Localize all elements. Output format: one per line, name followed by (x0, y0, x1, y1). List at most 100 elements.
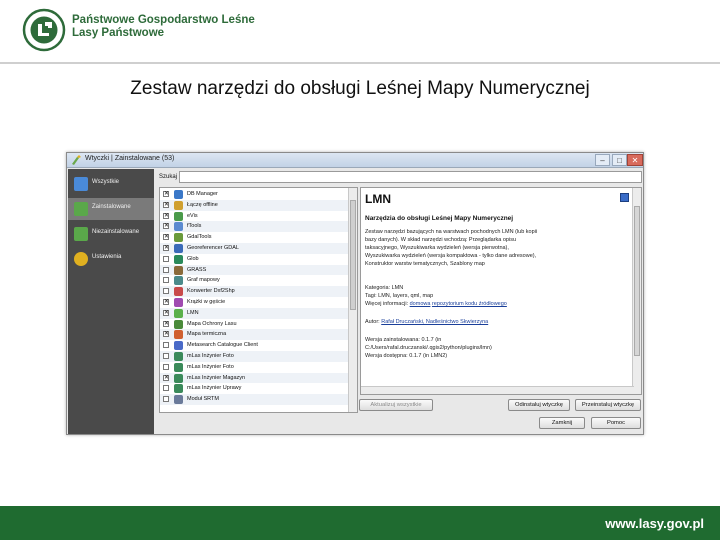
minimize-icon[interactable]: – (595, 154, 610, 166)
upgrade-all-button[interactable]: Aktualizuj wszystkie (359, 399, 433, 411)
plugin-icon (174, 298, 183, 307)
plugin-name: Krążki w gęście (187, 299, 226, 305)
plugin-icon (174, 244, 183, 253)
plugin-enable-checkbox[interactable] (163, 288, 169, 295)
plugin-enable-checkbox[interactable]: ✕ (163, 212, 169, 219)
nav-item-label: Niezainstalowane (92, 229, 140, 235)
plugin-row[interactable]: ✕ Georeferencer GDAL (160, 243, 348, 254)
lp-logo-icon (22, 8, 66, 52)
window-title: Wtyczki | Zainstalowane (53) (85, 155, 175, 162)
not-installed-icon (74, 227, 88, 241)
source-repo-link[interactable]: repozytorium kodu źródłowego (432, 301, 507, 307)
nav-item-settings[interactable]: Ustawienia (68, 248, 154, 270)
plugin-description-line: Konstruktor warstw tematycznych, Szablon… (365, 261, 485, 267)
plugin-name: Glob (187, 255, 199, 262)
plugin-enable-checkbox[interactable]: ✕ (163, 201, 169, 208)
nav-item-not-installed[interactable]: Niezainstalowane (68, 223, 154, 245)
plugin-description-line: bazy danych). W skład narzędzi wchodzą: … (365, 237, 517, 243)
plugin-row[interactable]: Konwerter Dxf2Shp (160, 286, 348, 297)
plugin-row[interactable]: mLas Inżynier Foto (160, 351, 348, 362)
plugin-title: LMN (365, 192, 391, 206)
plugin-icon (174, 287, 183, 297)
plugin-name: Moduł SRTM (187, 396, 219, 403)
plugin-row[interactable]: Graf mapowy (160, 275, 348, 286)
plugin-icon (174, 352, 183, 361)
homepage-link[interactable]: domowa (410, 301, 431, 307)
plugin-enable-checkbox[interactable] (163, 385, 169, 392)
header-divider (0, 62, 720, 64)
installed-path: C:/Users/rafal.druczanski/.qgis2/python/… (365, 345, 492, 351)
plugin-name: eVis (187, 212, 198, 219)
plugin-list: Moduł SRTM mLas Inżynier Uprawy ✕ mLas Inży… (159, 187, 358, 413)
author-link[interactable]: Rafał Druczański, Nadleśnictwo Skwierzyn… (381, 319, 488, 325)
plugin-enable-checkbox[interactable] (163, 277, 169, 284)
plugin-name: DB Manager (187, 191, 218, 197)
plugin-enable-checkbox[interactable]: ✕ (163, 320, 169, 327)
details-horizontal-scrollbar[interactable] (361, 386, 634, 394)
plugin-name: Konwerter Dxf2Shp (187, 288, 235, 295)
reinstall-plugin-button[interactable]: Przeinstaluj wtyczkę (575, 399, 641, 411)
plugin-name: GdalTools (187, 234, 212, 241)
plugin-enable-checkbox[interactable]: ✕ (163, 245, 169, 251)
plugin-icon (174, 265, 183, 275)
scrollbar-thumb[interactable] (350, 200, 356, 310)
plugin-enable-checkbox[interactable]: ✕ (163, 234, 169, 241)
plugin-icon (174, 319, 183, 329)
search-input[interactable] (179, 171, 642, 183)
plugin-enable-checkbox[interactable] (163, 353, 169, 359)
window-titlebar[interactable]: Wtyczki | Zainstalowane (53) – □ ✕ (67, 153, 643, 168)
organization-line-2: Lasy Państwowe (72, 27, 165, 39)
plugins-window: Wtyczki | Zainstalowane (53) – □ ✕ Wszys… (66, 152, 644, 435)
plugin-icon (174, 308, 183, 318)
settings-gear-icon (74, 252, 88, 266)
plugin-enable-checkbox[interactable]: ✕ (163, 331, 169, 338)
plugin-row[interactable]: Moduł SRTM (160, 394, 348, 405)
plugin-row[interactable]: mLas Inżynier Foto (160, 362, 348, 373)
plugin-enable-checkbox[interactable]: ✕ (163, 374, 169, 381)
plugin-row[interactable]: ✕ Łączę offline (160, 199, 348, 211)
plugin-row[interactable]: ✕ DB Manager (160, 189, 348, 200)
plugin-name: mLas Inżynier Foto (187, 353, 234, 359)
plugin-row[interactable]: ✕ Krążki w gęście (160, 297, 348, 308)
plugin-row[interactable]: ✕ Mapa Ochrony Lasu (160, 319, 348, 330)
plugin-list-scrollbar[interactable] (348, 188, 357, 412)
plugin-row[interactable]: ✕ fTools (160, 221, 348, 233)
plugin-enable-checkbox[interactable] (163, 396, 169, 403)
close-icon[interactable]: ✕ (627, 154, 643, 166)
uninstall-plugin-button[interactable]: Odinstaluj wtyczkę (508, 399, 570, 411)
plugin-enable-checkbox[interactable] (163, 363, 169, 370)
plugin-enable-checkbox[interactable]: ✕ (163, 223, 169, 230)
plugin-row[interactable]: ✕ GdalTools (160, 232, 348, 243)
footer-url[interactable]: www.lasy.gov.pl (605, 516, 704, 531)
plugin-enable-checkbox[interactable]: ✕ (163, 191, 169, 197)
nav-item-label: Zainstalowane (92, 204, 131, 210)
help-button[interactable]: Pomoc (591, 417, 641, 429)
plugin-row[interactable]: ✕ LMN (160, 307, 348, 319)
plugin-row[interactable]: GRASS (160, 264, 348, 276)
scrollbar-thumb[interactable] (634, 206, 640, 356)
plugin-enable-checkbox[interactable]: ✕ (163, 309, 169, 316)
plugin-enable-checkbox[interactable] (163, 266, 169, 273)
plugin-row[interactable]: mLas Inżynier Uprawy (160, 383, 348, 394)
nav-item-all[interactable]: Wszystkie (68, 173, 154, 195)
plugin-enable-checkbox[interactable] (163, 255, 169, 262)
plugin-icon (174, 341, 183, 351)
plugin-heading: Narzędzia do obsługi Leśnej Mapy Numeryc… (365, 215, 514, 222)
plugin-row[interactable]: ✕ mLas Inżynier Magazyn (160, 372, 348, 384)
slide-title: Zestaw narzędzi do obsługi Leśnej Mapy N… (130, 78, 590, 99)
close-button[interactable]: Zamknij (539, 417, 585, 429)
more-info-label: Więcej informacji: (365, 301, 409, 307)
maximize-icon[interactable]: □ (612, 154, 627, 166)
plugin-icon (174, 395, 183, 405)
plugin-row[interactable]: Metasearch Catalogue Client (160, 340, 348, 351)
plugin-enable-checkbox[interactable] (163, 342, 169, 349)
plugin-icon (174, 373, 183, 383)
plugin-row[interactable]: ✕ Mapa termiczna (160, 329, 348, 341)
plugin-enable-checkbox[interactable]: ✕ (163, 299, 169, 305)
nav-item-installed[interactable]: Zainstalowane (68, 198, 154, 220)
installed-icon (74, 202, 88, 216)
plugin-name: mLas Inżynier Uprawy (187, 385, 242, 392)
plugin-row[interactable]: ✕ eVis (160, 211, 348, 222)
plugin-row[interactable]: Glob (160, 254, 348, 265)
details-scrollbar[interactable] (632, 188, 641, 394)
